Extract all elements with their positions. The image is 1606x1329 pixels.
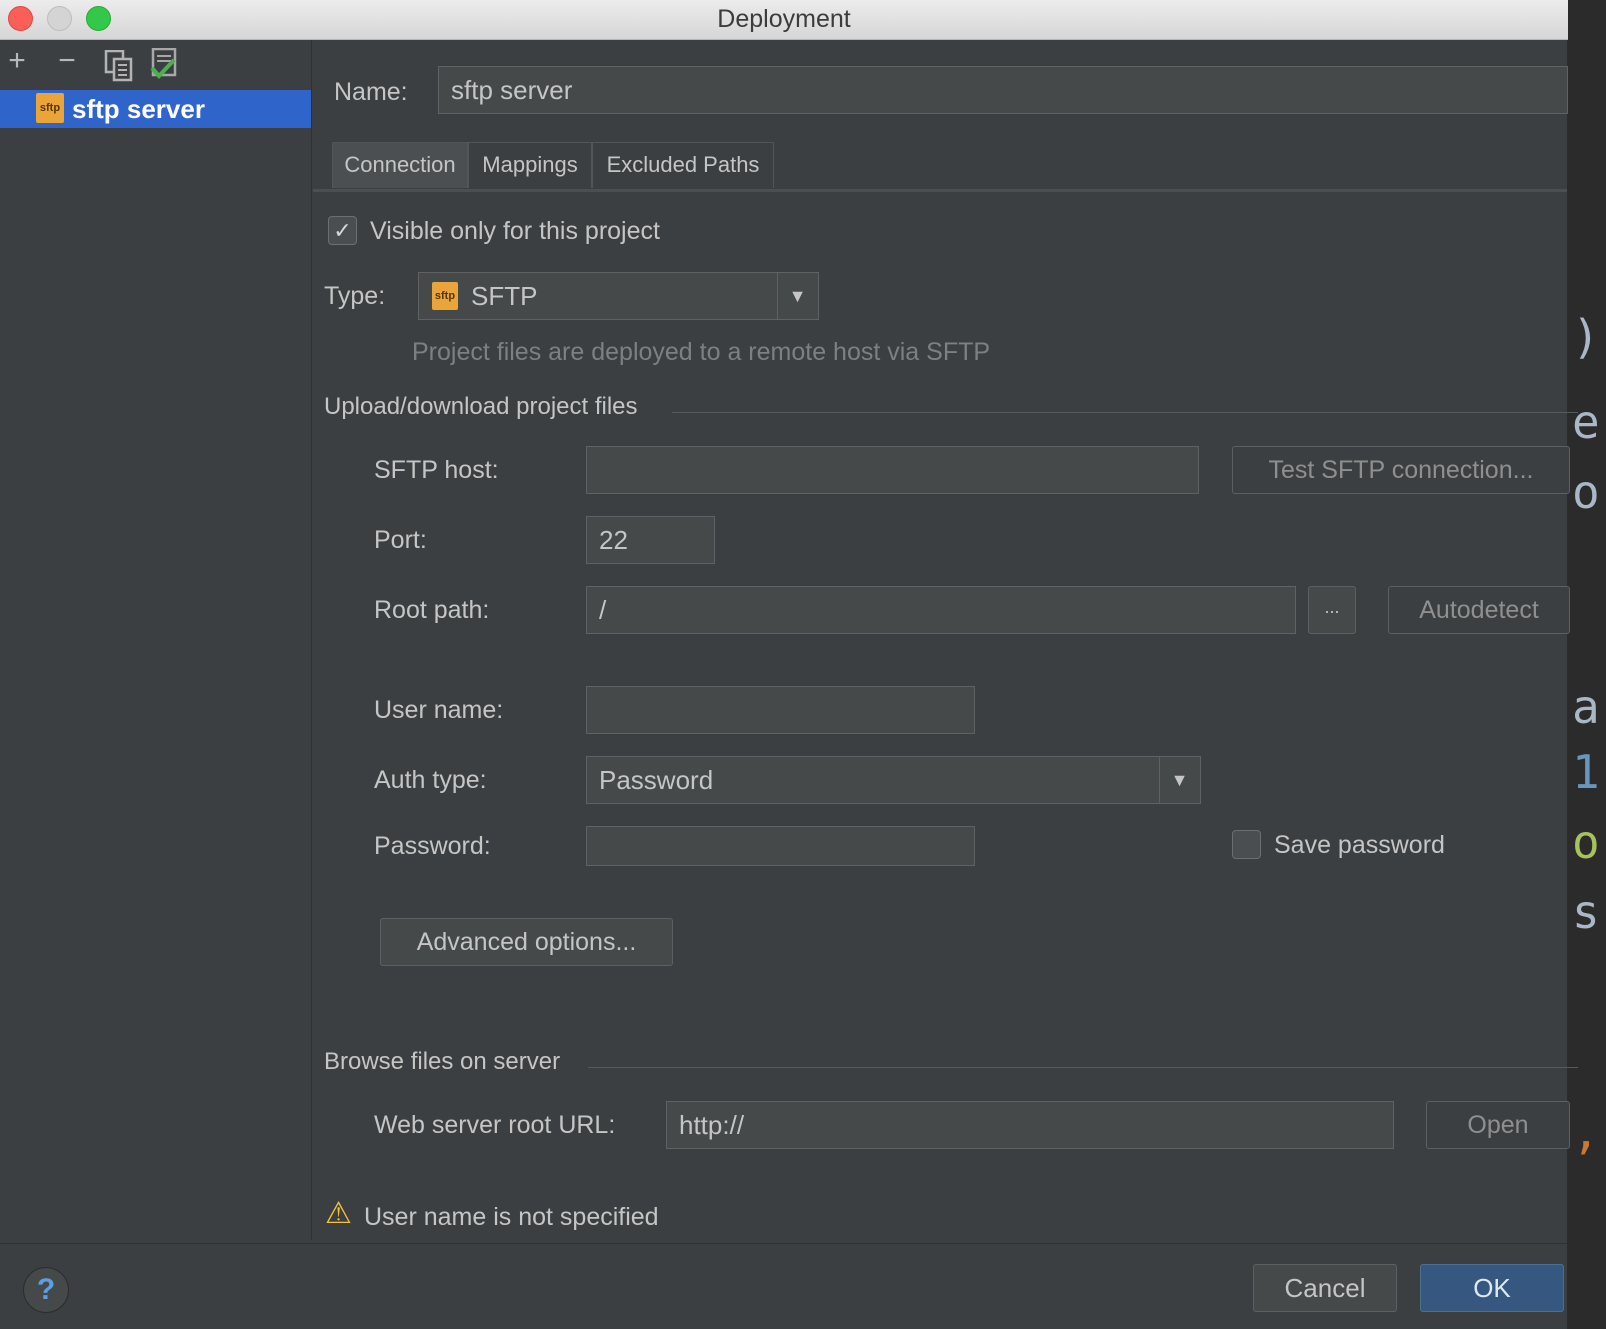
visible-only-label: Visible only for this project <box>370 217 660 245</box>
user-name-input[interactable] <box>586 686 975 734</box>
autodetect-button[interactable]: Autodetect <box>1388 586 1570 634</box>
cancel-button[interactable]: Cancel <box>1253 1264 1397 1312</box>
tab-connection[interactable]: Connection <box>332 142 468 188</box>
footer-divider <box>0 1243 1567 1244</box>
editor-glyph: , <box>1572 1105 1600 1159</box>
deployment-dialog: Deployment + − sftp sftp server Name: sf… <box>0 0 1578 1329</box>
type-dropdown[interactable]: SFTP <box>418 272 819 320</box>
browse-root-path-button[interactable]: ... <box>1308 586 1356 634</box>
advanced-options-button[interactable]: Advanced options... <box>380 918 673 966</box>
window-title: Deployment <box>717 5 851 33</box>
sftp-host-label: SFTP host: <box>374 456 499 484</box>
background-editor-strip: ) e o a 1 o s , <box>1568 0 1606 1329</box>
tab-underline <box>313 189 1567 192</box>
warning-message: User name is not specified <box>364 1203 659 1231</box>
add-server-icon[interactable]: + <box>2 46 32 76</box>
chevron-down-icon[interactable]: ▼ <box>1159 757 1199 803</box>
editor-glyph: e <box>1572 395 1600 449</box>
title-bar: Deployment <box>0 0 1568 40</box>
tab-mappings[interactable]: Mappings <box>468 142 592 188</box>
root-path-label: Root path: <box>374 596 490 624</box>
upload-section-title: Upload/download project files <box>324 393 638 420</box>
user-name-label: User name: <box>374 696 504 724</box>
editor-glyph: o <box>1572 815 1600 869</box>
visible-only-checkbox[interactable]: ✓ <box>328 216 357 245</box>
root-path-input[interactable]: / <box>586 586 1296 634</box>
server-list-pane <box>0 40 312 1240</box>
web-server-root-url-label: Web server root URL: <box>374 1111 616 1139</box>
editor-glyph: o <box>1572 465 1600 519</box>
web-server-root-url-input[interactable]: http:// <box>666 1101 1394 1149</box>
editor-glyph: a <box>1572 680 1600 734</box>
save-password-label: Save password <box>1274 831 1445 859</box>
browse-section-title: Browse files on server <box>324 1048 561 1075</box>
open-button[interactable]: Open <box>1426 1101 1570 1149</box>
copy-icon[interactable] <box>104 49 134 82</box>
save-password-checkbox[interactable] <box>1232 830 1261 859</box>
auth-type-value: Password <box>599 765 714 795</box>
sftp-server-icon: sftp <box>36 93 64 123</box>
password-label: Password: <box>374 832 491 860</box>
test-sftp-connection-button[interactable]: Test SFTP connection... <box>1232 446 1570 494</box>
upload-section-divider <box>672 412 1578 413</box>
editor-glyph: s <box>1572 885 1600 939</box>
port-label: Port: <box>374 526 427 554</box>
type-label: Type: <box>324 282 386 310</box>
password-input[interactable] <box>586 826 975 866</box>
editor-glyph: ) <box>1572 310 1600 364</box>
name-field[interactable]: sftp server <box>438 66 1568 114</box>
sftp-host-input[interactable] <box>586 446 1199 494</box>
warning-icon: ⚠ <box>325 1197 352 1230</box>
sftp-type-icon: sftp <box>432 282 458 310</box>
auth-type-dropdown[interactable]: Password <box>586 756 1201 804</box>
browse-section-divider <box>588 1067 1578 1068</box>
chevron-down-icon[interactable]: ▼ <box>777 273 817 319</box>
ok-button[interactable]: OK <box>1420 1264 1564 1312</box>
tab-excluded-paths[interactable]: Excluded Paths <box>592 142 774 188</box>
name-label: Name: <box>334 78 408 106</box>
port-input[interactable]: 22 <box>586 516 715 564</box>
remove-server-icon[interactable]: − <box>52 46 82 76</box>
editor-glyph: 1 <box>1572 745 1600 799</box>
set-default-icon[interactable] <box>150 47 180 80</box>
type-description: Project files are deployed to a remote h… <box>412 338 991 366</box>
auth-type-label: Auth type: <box>374 766 487 794</box>
help-icon[interactable]: ? <box>23 1267 69 1313</box>
type-value: SFTP <box>471 281 538 311</box>
server-list-item-label: sftp server <box>72 94 205 124</box>
